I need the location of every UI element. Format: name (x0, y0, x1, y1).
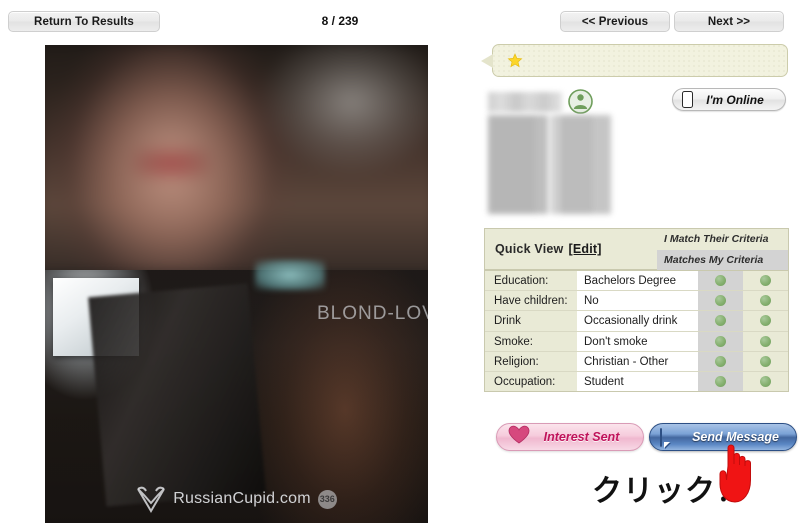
quick-view-table: Quick View [Edit] I Match Their Criteria… (484, 228, 789, 393)
table-row: Drink Occasionally drink (485, 310, 788, 331)
heart-icon (508, 425, 530, 449)
im-online-button[interactable]: I'm Online (672, 88, 786, 111)
table-row: Religion: Christian - Other (485, 350, 788, 371)
match-theirs-cell (698, 331, 743, 351)
photo-scarf-detail (255, 260, 325, 290)
header-matches-my-criteria: Matches My Criteria (657, 249, 788, 270)
page-counter: 8 / 239 (321, 14, 359, 28)
quick-view-row-value: Student (577, 371, 698, 392)
quick-view-row-label: Education: (485, 271, 577, 291)
pointing-hand-cursor (712, 440, 758, 506)
quick-view-header: Quick View [Edit] I Match Their Criteria… (485, 229, 788, 270)
match-dot-icon (715, 275, 726, 287)
match-dot-icon (760, 335, 771, 347)
top-navigation-bar: Return To Results 8 / 239 << Previous Ne… (0, 0, 800, 40)
match-dot-icon (715, 295, 726, 307)
match-theirs-cell (698, 271, 743, 291)
match-mine-cell (743, 351, 788, 371)
speech-bubble-icon (660, 427, 683, 448)
match-dot-icon (715, 355, 726, 367)
table-row: Occupation: Student (485, 370, 788, 392)
quick-view-row-label: Have children: (485, 291, 577, 311)
match-mine-cell (743, 271, 788, 291)
match-theirs-cell (698, 291, 743, 311)
match-mine-cell (743, 371, 788, 392)
heart-outline-icon (136, 486, 166, 513)
status-message-bubble[interactable] (492, 44, 788, 77)
photo-watermark-site: RussianCupid.com (173, 490, 311, 507)
quick-view-row-value: Bachelors Degree (577, 271, 698, 291)
im-online-label: I'm Online (706, 92, 764, 107)
quick-view-row-value: Christian - Other (577, 351, 698, 371)
quick-view-row-value: No (577, 291, 698, 311)
photo-watermark-bar: RussianCupid.com 336 (45, 475, 428, 523)
previous-button[interactable]: << Previous (560, 11, 670, 32)
quick-view-row-label: Religion: (485, 351, 577, 371)
online-person-icon (568, 89, 593, 114)
table-row: Have children: No (485, 290, 788, 311)
mobile-phone-icon (682, 91, 693, 108)
quick-view-criteria-headers: I Match Their Criteria Matches My Criter… (657, 229, 788, 270)
match-mine-cell (743, 331, 788, 351)
match-theirs-cell (698, 311, 743, 331)
match-dot-icon (715, 315, 726, 327)
quick-view-row-label: Occupation: (485, 371, 577, 392)
match-dot-icon (760, 355, 771, 367)
table-row: Smoke: Don't smoke (485, 330, 788, 351)
profile-username-redacted (488, 92, 562, 112)
interest-sent-button[interactable]: Interest Sent (496, 423, 644, 451)
quick-view-edit-link[interactable]: [Edit] (568, 242, 601, 256)
quick-view-row-label: Drink (485, 311, 577, 331)
match-mine-cell (743, 291, 788, 311)
match-dot-icon (760, 295, 771, 307)
table-row: Education: Bachelors Degree (485, 270, 788, 291)
interest-sent-label: Interest Sent (543, 430, 620, 444)
match-dot-icon (760, 275, 771, 287)
quick-view-row-label: Smoke: (485, 331, 577, 351)
photo-upper-blurred-portrait (45, 45, 428, 277)
match-dot-icon (715, 335, 726, 347)
match-mine-cell (743, 311, 788, 331)
quick-view-title: Quick View (495, 242, 564, 256)
quick-view-title-cell: Quick View [Edit] (485, 229, 657, 270)
match-theirs-cell (698, 371, 743, 392)
star-icon (507, 53, 523, 69)
match-theirs-cell (698, 351, 743, 371)
match-dot-icon (760, 315, 771, 327)
photo-watermark-badge: 336 (317, 489, 337, 509)
header-i-match-their-criteria: I Match Their Criteria (657, 229, 788, 250)
quick-view-row-value: Occasionally drink (577, 311, 698, 331)
next-button[interactable]: Next >> (674, 11, 784, 32)
profile-photo[interactable]: BLOND-LOV RussianCupid.com 336 (45, 45, 428, 523)
bubble-tail-icon (481, 54, 493, 68)
profile-description-redacted (488, 115, 646, 214)
return-to-results-button[interactable]: Return To Results (8, 11, 160, 32)
match-dot-icon (715, 376, 726, 388)
quick-view-row-value: Don't smoke (577, 331, 698, 351)
quick-view-body: Education: Bachelors Degree Have children:… (485, 270, 788, 392)
photo-watermark-overlay: BLOND-LOV (317, 303, 428, 324)
match-dot-icon (760, 376, 771, 388)
